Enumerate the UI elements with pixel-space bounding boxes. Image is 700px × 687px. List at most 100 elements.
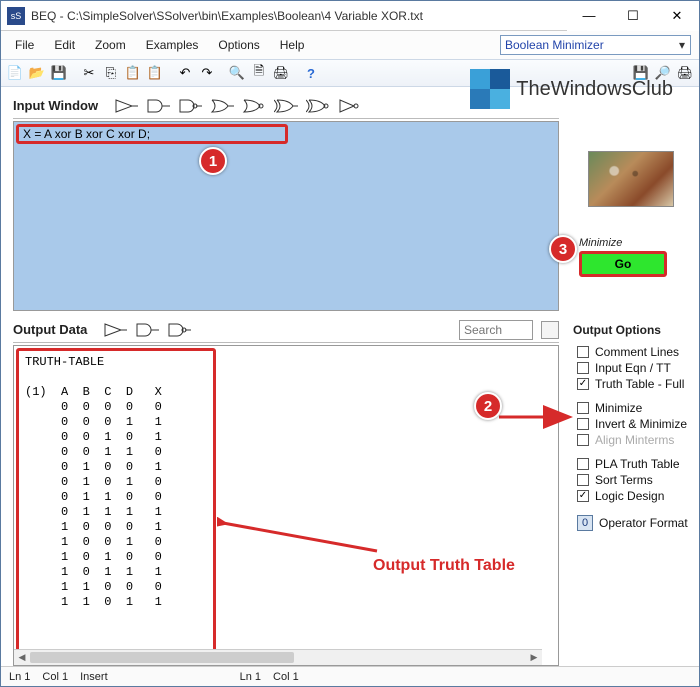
status-col2: Col 1 (273, 671, 299, 683)
output-pane-title: Output Data (13, 322, 87, 337)
cut-icon[interactable]: ✂ (79, 63, 99, 83)
option-label: Input Eqn / TT (595, 361, 671, 375)
menu-options[interactable]: Options (208, 34, 269, 56)
print-icon[interactable]: 🖨 (271, 63, 291, 83)
option-label: PLA Truth Table (595, 457, 680, 471)
search-input[interactable] (459, 320, 533, 340)
menu-file[interactable]: File (5, 34, 44, 56)
app-window: sS BEQ - C:\SimpleSolver\SSolver\bin\Exa… (0, 0, 700, 687)
status-ln2: Ln 1 (240, 671, 261, 683)
checkbox-icon[interactable] (577, 474, 589, 486)
output-textarea[interactable]: TRUTH-TABLE (1) A B C D X 0 0 0 0 0 0 0 … (13, 345, 559, 666)
mode-dropdown[interactable] (500, 35, 691, 55)
right-sidebar: Minimize 3 Go Output Options Comment Lin… (567, 87, 699, 666)
save-icon[interactable]: 💾 (49, 63, 69, 83)
option-pla-truth-table[interactable]: PLA Truth Table (577, 457, 691, 471)
or-gate-icon[interactable] (210, 98, 234, 114)
annotation-arrow-left (217, 517, 387, 557)
option-label: Align Minterms (595, 433, 674, 447)
truth-table-text: TRUTH-TABLE (1) A B C D X 0 0 0 0 0 0 0 … (16, 348, 216, 663)
operator-format-value[interactable]: 0 (577, 515, 593, 531)
not-gate-icon[interactable] (338, 98, 362, 114)
window-title: BEQ - C:\SimpleSolver\SSolver\bin\Exampl… (31, 9, 567, 23)
app-icon: sS (7, 7, 25, 25)
annotation-badge-3: 3 (549, 235, 577, 263)
go-button[interactable]: Go (579, 251, 667, 277)
scroll-left-icon[interactable]: ◀ (14, 650, 30, 665)
option-truth-table-full[interactable]: Truth Table - Full (577, 377, 691, 391)
checkbox-icon (577, 434, 589, 446)
scroll-thumb[interactable] (30, 652, 294, 663)
option-label: Minimize (595, 401, 642, 415)
input-textarea[interactable]: X = A xor B xor C xor D; (13, 121, 559, 311)
undo-icon[interactable]: ↶ (175, 63, 195, 83)
preview-icon[interactable]: 🗎 (249, 63, 269, 83)
xnor-gate-icon[interactable] (306, 98, 330, 114)
annotation-arrow-right (495, 405, 575, 429)
paste2-icon[interactable]: 📋 (145, 63, 165, 83)
checkbox-icon[interactable] (577, 490, 589, 502)
statusbar: Ln 1 Col 1 Insert Ln 1 Col 1 (1, 666, 699, 686)
menubar: File Edit Zoom Examples Options Help (1, 31, 699, 59)
menu-zoom[interactable]: Zoom (85, 34, 136, 56)
minimize-window-button[interactable]: — (567, 1, 611, 31)
input-equation: X = A xor B xor C xor D; (23, 127, 150, 141)
option-align-minterms: Align Minterms (577, 433, 691, 447)
option-sort-terms[interactable]: Sort Terms (577, 473, 691, 487)
nand-gate-icon[interactable] (178, 98, 202, 114)
copy-icon[interactable]: ⎘ (101, 63, 121, 83)
operator-format-label: Operator Format (599, 516, 688, 530)
new-icon[interactable]: 📄 (5, 63, 25, 83)
option-label: Sort Terms (595, 473, 653, 487)
checkbox-icon[interactable] (577, 346, 589, 358)
nor-gate-icon[interactable] (242, 98, 266, 114)
option-invert-minimize[interactable]: Invert & Minimize (577, 417, 691, 431)
close-window-button[interactable]: ✕ (655, 1, 699, 31)
scroll-right-icon[interactable]: ▶ (526, 650, 542, 665)
status-ln: Ln 1 (9, 671, 30, 683)
printer-icon[interactable]: 🖨 (675, 63, 695, 83)
checkbox-icon[interactable] (577, 402, 589, 414)
redo-icon[interactable]: ↷ (197, 63, 217, 83)
and-gate-icon[interactable] (146, 98, 170, 114)
titlebar: sS BEQ - C:\SimpleSolver\SSolver\bin\Exa… (1, 1, 699, 31)
buffer-gate-icon[interactable] (103, 322, 127, 338)
checkbox-icon[interactable] (577, 418, 589, 430)
annotation-badge-2: 2 (474, 392, 502, 420)
checkbox-icon[interactable] (577, 362, 589, 374)
option-minimize[interactable]: Minimize (577, 401, 691, 415)
option-logic-design[interactable]: Logic Design (577, 489, 691, 503)
option-comment-lines[interactable]: Comment Lines (577, 345, 691, 359)
input-pane-header: Input Window (13, 93, 559, 119)
option-input-eqn-tt[interactable]: Input Eqn / TT (577, 361, 691, 375)
option-label: Truth Table - Full (595, 377, 684, 391)
maximize-window-button[interactable]: ☐ (611, 1, 655, 31)
status-mode: Insert (80, 671, 108, 683)
menu-help[interactable]: Help (270, 34, 315, 56)
minimize-label: Minimize (579, 237, 691, 249)
option-label: Comment Lines (595, 345, 679, 359)
checkbox-icon[interactable] (577, 378, 589, 390)
and-gate-icon[interactable] (135, 322, 159, 338)
open-icon[interactable]: 📂 (27, 63, 47, 83)
find-icon[interactable]: 🔍 (227, 63, 247, 83)
output-options-title: Output Options (573, 323, 691, 337)
search-go-button[interactable] (541, 321, 559, 339)
input-equation-highlight: X = A xor B xor C xor D; (16, 124, 288, 144)
annotation-label: Output Truth Table (373, 557, 515, 575)
option-label: Logic Design (595, 489, 664, 503)
menu-edit[interactable]: Edit (44, 34, 85, 56)
nand-gate-icon[interactable] (167, 322, 191, 338)
xor-gate-icon[interactable] (274, 98, 298, 114)
annotation-badge-1: 1 (199, 147, 227, 175)
menu-examples[interactable]: Examples (136, 34, 209, 56)
status-col: Col 1 (42, 671, 68, 683)
mode-dropdown-value[interactable] (500, 35, 691, 55)
option-label: Invert & Minimize (595, 417, 687, 431)
help-icon[interactable]: ? (301, 63, 321, 83)
paste-icon[interactable]: 📋 (123, 63, 143, 83)
checkbox-icon[interactable] (577, 458, 589, 470)
buffer-gate-icon[interactable] (114, 98, 138, 114)
horizontal-scrollbar[interactable]: ◀ ▶ (14, 649, 542, 665)
gate-icons (114, 98, 362, 114)
